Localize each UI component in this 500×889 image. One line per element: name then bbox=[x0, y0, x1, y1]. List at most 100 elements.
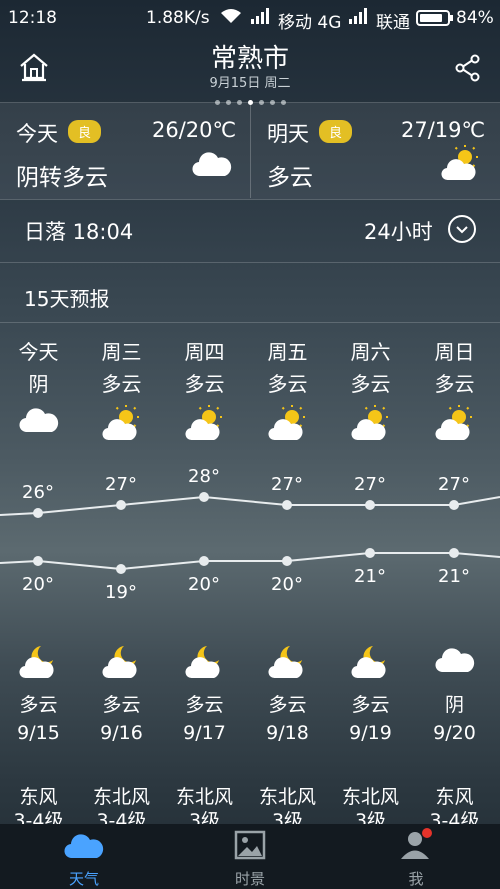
signal-icon bbox=[250, 8, 270, 29]
high-temp-label: 28° bbox=[188, 466, 220, 487]
forecast-night-condition: 多云 bbox=[102, 694, 141, 716]
high-temp-label: 26° bbox=[22, 482, 54, 503]
low-temp-label: 21° bbox=[438, 566, 470, 587]
nav-label: 我 bbox=[408, 870, 424, 888]
moon-cloud-icon bbox=[246, 644, 329, 684]
low-temp-point bbox=[33, 556, 43, 566]
high-temp-label: 27° bbox=[271, 474, 303, 495]
tomorrow-label: 明天 bbox=[267, 122, 309, 146]
forecast-wind: 东北风 bbox=[258, 786, 316, 808]
today-card[interactable]: 今天 良 26/20℃ 阴转多云 bbox=[0, 102, 250, 198]
date-subtitle: 9月15日 周二 bbox=[209, 76, 291, 91]
tomorrow-card[interactable]: 明天 良 27/19℃ 多云 bbox=[251, 102, 500, 198]
forecast-day: 周五 bbox=[267, 340, 308, 364]
forecast-date: 9/17 bbox=[183, 722, 226, 744]
network-speed: 1.88K/s bbox=[146, 8, 210, 28]
nav-tab-scenery[interactable]: 时景 bbox=[200, 824, 300, 889]
temperature-chart: 26° 27° 28° 27° 27° 27° 20° 19° 20° 20° 21° 21° bbox=[0, 466, 500, 600]
moon-cloud-icon bbox=[329, 644, 412, 684]
forecast-day-condition: 多云 bbox=[350, 372, 391, 396]
moon-cloud-icon bbox=[0, 644, 80, 684]
forecast-wind: 东北风 bbox=[92, 786, 150, 808]
forecast-date: 9/20 bbox=[433, 722, 476, 744]
forecast-wind: 东风 bbox=[435, 786, 474, 808]
low-temp-point bbox=[199, 556, 209, 566]
nav-tab-me[interactable]: 我 bbox=[366, 824, 466, 889]
share-button[interactable] bbox=[454, 54, 482, 86]
low-temp-point bbox=[282, 556, 292, 566]
aqi-badge: 良 bbox=[68, 120, 102, 143]
chevron-down-icon bbox=[448, 215, 476, 243]
forecast-day-condition: 多云 bbox=[101, 372, 142, 396]
forecast-day: 周日 bbox=[434, 340, 475, 364]
today-label: 今天 bbox=[16, 122, 58, 146]
nav-tab-weather[interactable]: 天气 bbox=[34, 824, 134, 889]
divider bbox=[0, 262, 500, 263]
high-temp-point bbox=[199, 492, 209, 502]
forecast-date: 9/18 bbox=[266, 722, 309, 744]
high-temp-label: 27° bbox=[105, 474, 137, 495]
hourly-toggle[interactable]: 24小时 bbox=[360, 212, 480, 246]
nav-label: 时景 bbox=[234, 870, 265, 888]
forecast-night-condition: 多云 bbox=[19, 694, 58, 716]
low-temp-label: 20° bbox=[271, 574, 303, 595]
low-temp-label: 19° bbox=[105, 582, 137, 600]
tomorrow-condition: 多云 bbox=[267, 165, 313, 191]
low-temp-point bbox=[116, 564, 126, 574]
cloud-icon bbox=[413, 644, 496, 678]
high-temp-point bbox=[282, 500, 292, 510]
signal-icon bbox=[348, 8, 368, 29]
forecast-night-condition: 多云 bbox=[185, 694, 224, 716]
wifi-icon bbox=[220, 8, 242, 29]
low-temp-label: 20° bbox=[188, 574, 220, 595]
forecast-date: 9/15 bbox=[17, 722, 60, 744]
divider bbox=[0, 322, 500, 323]
city-title: 常熟市 bbox=[210, 44, 289, 74]
forecast-wind: 东北风 bbox=[175, 786, 233, 808]
sun-cloud-icon bbox=[441, 144, 481, 186]
nav-label: 天气 bbox=[68, 870, 99, 888]
low-temp-label: 21° bbox=[354, 566, 386, 587]
status-bar: 12:18 1.88K/s 移动 4G 联通 84% bbox=[0, 0, 500, 34]
forecast-day-condition: 阴 bbox=[28, 372, 49, 396]
battery-level: 84% bbox=[456, 8, 494, 28]
today-condition: 阴转多云 bbox=[16, 165, 108, 191]
cloud-icon bbox=[0, 404, 80, 438]
cloud-icon bbox=[64, 834, 104, 859]
tomorrow-temp: 27/19℃ bbox=[401, 118, 486, 142]
cloud-icon bbox=[192, 148, 232, 182]
aqi-badge: 良 bbox=[319, 120, 353, 143]
high-temp-label: 27° bbox=[354, 474, 386, 495]
forecast-wind: 东风 bbox=[19, 786, 58, 808]
high-temp-label: 27° bbox=[438, 474, 470, 495]
forecast-title: 15天预报 bbox=[24, 287, 110, 311]
low-temp-label: 20° bbox=[22, 574, 54, 595]
carrier-1: 移动 4G bbox=[278, 13, 342, 33]
moon-cloud-icon bbox=[80, 644, 163, 684]
forecast-day: 今天 bbox=[18, 340, 59, 364]
carrier-2: 联通 bbox=[376, 13, 410, 33]
low-temp-point bbox=[449, 548, 459, 558]
high-temp-line bbox=[0, 495, 500, 516]
forecast-day: 周三 bbox=[101, 340, 142, 364]
high-temp-point bbox=[116, 500, 126, 510]
high-temp-point bbox=[449, 500, 459, 510]
forecast-date: 9/19 bbox=[349, 722, 392, 744]
battery-icon bbox=[416, 10, 454, 31]
person-icon bbox=[401, 828, 432, 859]
sunset-time: 日落 18:04 bbox=[24, 220, 134, 244]
hourly-label: 24小时 bbox=[364, 220, 433, 244]
status-time: 12:18 bbox=[8, 8, 57, 28]
low-temp-point bbox=[365, 548, 375, 558]
forecast-day-condition: 多云 bbox=[184, 372, 225, 396]
forecast-wind: 东北风 bbox=[341, 786, 399, 808]
photo-icon bbox=[234, 830, 266, 860]
forecast-day: 周六 bbox=[350, 340, 391, 364]
forecast-night-condition: 多云 bbox=[268, 694, 307, 716]
high-temp-point bbox=[33, 508, 43, 518]
forecast-date: 9/16 bbox=[100, 722, 143, 744]
moon-cloud-icon bbox=[163, 644, 246, 684]
today-temp: 26/20℃ bbox=[152, 118, 237, 142]
forecast-night-condition: 多云 bbox=[351, 694, 390, 716]
forecast-night-condition: 阴 bbox=[444, 694, 464, 716]
